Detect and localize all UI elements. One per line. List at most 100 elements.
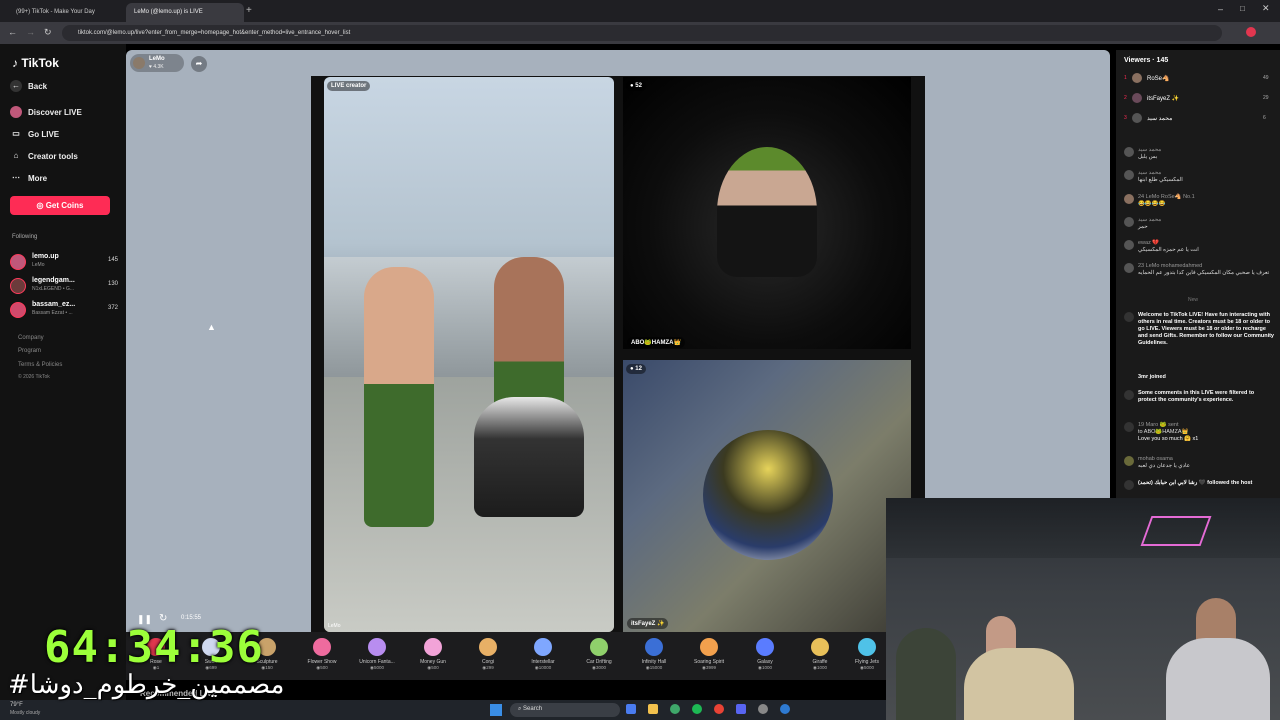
- gift-item[interactable]: Money Gun ◉500: [409, 638, 457, 671]
- weather-text: Mostly cloudy: [10, 710, 41, 716]
- gift-price-value: 1000: [761, 665, 772, 670]
- app-icon[interactable]: [626, 704, 636, 714]
- top-viewer-row[interactable]: 2 itsFayeZ ✨ 29: [1124, 92, 1274, 106]
- gift-price-value: 3999: [705, 665, 716, 670]
- new-tab-icon[interactable]: +: [246, 5, 252, 16]
- gift-item[interactable]: Unicorn Fanta... ◉5000: [353, 638, 401, 671]
- elapsed-time: 0:15:55: [181, 615, 202, 621]
- start-menu-icon[interactable]: [490, 704, 502, 716]
- follow-message: رشا لابي ابن حبابك (تحمد) 🖤 followed the…: [1124, 480, 1274, 490]
- chat-text: Some comments in this LIVE were filtered…: [1138, 390, 1255, 403]
- chat-text: انت يا عم حمزه المكسيكي: [1138, 247, 1199, 253]
- gift-item[interactable]: Giraffe ◉1000: [796, 638, 844, 671]
- avatar: [10, 254, 26, 270]
- taskbar-search[interactable]: ⌕ Search: [510, 703, 620, 717]
- maximize-icon[interactable]: □: [1240, 4, 1245, 13]
- guest-video-1[interactable]: ● 52 ABO🐸HAMZA👑: [623, 77, 911, 349]
- host-chip[interactable]: LeMo ♥ 4.3K: [130, 54, 184, 72]
- chat-message: محمد سيد حمر: [1124, 217, 1274, 231]
- gift-price: ◉5000: [370, 665, 384, 670]
- top-viewer-row[interactable]: 3 محمد سيد 6: [1124, 112, 1274, 126]
- folder-icon[interactable]: [648, 704, 658, 714]
- back-button[interactable]: ← Back: [10, 80, 47, 92]
- minimize-icon[interactable]: –: [1218, 4, 1223, 14]
- gift-item[interactable]: Interstellar ◉10000: [519, 638, 567, 671]
- footer-link-company[interactable]: Company: [18, 335, 44, 341]
- following-item[interactable]: bassam_ez... Bassam Ezzat • ... 372: [10, 300, 118, 318]
- share-icon[interactable]: ➦: [191, 56, 207, 72]
- chrome-icon[interactable]: [714, 704, 724, 714]
- viewer-name: itsFayeZ ✨: [1147, 96, 1180, 102]
- gift-item[interactable]: Flying Jets ◉5000: [848, 638, 886, 671]
- tab-title: LeMo (@lemo.up) is LIVE: [134, 9, 203, 15]
- camera-icon: ▭: [12, 129, 20, 138]
- gift-icon: [756, 638, 774, 656]
- nav-go-live[interactable]: ▭ Go LIVE: [10, 128, 59, 140]
- gift-price: ◉3999: [702, 665, 716, 670]
- viewers-heading[interactable]: Viewers · 145: [1124, 57, 1168, 64]
- chat-message: 23 LeMo mohamedahmed تعرف يا صحبي مكان ال…: [1124, 263, 1274, 277]
- main-host-video[interactable]: LIVE creator LeMo: [324, 77, 614, 632]
- top-viewer-row[interactable]: 1 RoSe🐴 49: [1124, 72, 1274, 86]
- viewer-score: 29: [1263, 95, 1269, 101]
- back-arrow-icon: ←: [10, 80, 22, 92]
- weather-temp[interactable]: 79°F: [10, 702, 23, 708]
- gift-item[interactable]: Corgi ◉299: [464, 638, 512, 671]
- hashtag-overlay: #مصممين_خرطوم_دوشا: [8, 670, 285, 700]
- guest-video-2[interactable]: ● 12 itsFayeZ ✨: [623, 360, 911, 632]
- system-welcome-message: Welcome to TikTok LIVE! Have fun interac…: [1124, 312, 1274, 347]
- gift-item[interactable]: Flower Show ◉500: [298, 638, 346, 671]
- avatar: [1132, 93, 1142, 103]
- nav-discover-live[interactable]: Discover LIVE: [10, 106, 82, 118]
- back-arrow-icon[interactable]: ←: [8, 27, 17, 37]
- live-creator-badge: LIVE creator: [327, 81, 371, 91]
- profile-avatar[interactable]: [1246, 27, 1256, 37]
- nav-label: Discover LIVE: [28, 107, 82, 117]
- footer-link-program[interactable]: Program: [18, 348, 41, 354]
- logo-text: TikTok: [21, 56, 59, 70]
- avatar: [1124, 263, 1134, 273]
- guest-viewer-count: ● 52: [626, 81, 646, 91]
- avatar: [1124, 194, 1134, 204]
- app-icon[interactable]: [670, 704, 680, 714]
- spotify-icon[interactable]: [692, 704, 702, 714]
- chat-text: رشا لابي ابن حبابك (تحمد) 🖤 followed the…: [1138, 480, 1253, 486]
- gift-price: ◉1000: [758, 665, 772, 670]
- reload-icon[interactable]: ↻: [44, 27, 52, 38]
- guest-avatar-figure: [717, 147, 817, 277]
- nav-more[interactable]: ⋯ More: [10, 172, 47, 184]
- forward-arrow-icon[interactable]: →: [26, 27, 35, 37]
- tiktok-logo[interactable]: ♪ TikTok: [12, 56, 59, 70]
- footer-link-terms[interactable]: Terms & Policies: [18, 362, 62, 368]
- discord-icon[interactable]: [736, 704, 746, 714]
- nav-label: Go LIVE: [28, 129, 60, 139]
- tiktok-icon: [1124, 480, 1134, 490]
- join-message: 3mr joined: [1124, 374, 1274, 381]
- gift-price-value: 5000: [373, 665, 384, 670]
- character-figure: [474, 397, 584, 517]
- guest-viewer-count: ● 12: [626, 364, 646, 374]
- gift-icon: [858, 638, 876, 656]
- main-guest-name: LeMo: [328, 623, 341, 629]
- chat-username: 24 LeMo RoSe🐴 No.1: [1138, 194, 1195, 200]
- gift-item[interactable]: Car Drifting ◉3000: [575, 638, 623, 671]
- gift-item[interactable]: Infinity Hall ◉15000: [630, 638, 678, 671]
- avatar: [1124, 240, 1134, 250]
- app-icon[interactable]: [758, 704, 768, 714]
- gift-item[interactable]: Soaring Spirit ◉3999: [685, 638, 733, 671]
- gift-price-value: 10000: [538, 665, 552, 670]
- app-icon[interactable]: [780, 704, 790, 714]
- close-icon[interactable]: ✕: [1262, 3, 1270, 14]
- get-coins-button[interactable]: ◎ Get Coins: [10, 196, 110, 215]
- tiktok-icon: [1124, 312, 1134, 322]
- url-bar[interactable]: tiktok.com/@lemo.up/live?enter_from_merg…: [62, 25, 1222, 41]
- chat-text: عادي يا جدعان دي لعبه: [1138, 463, 1191, 469]
- browser-tab-active[interactable]: LeMo (@lemo.up) is LIVE: [126, 3, 244, 22]
- following-item[interactable]: legendgam... N1xLEGEND • G... 130: [10, 276, 118, 294]
- nav-creator-tools[interactable]: ⌂ Creator tools: [10, 150, 78, 162]
- host-likes-value: 4.3K: [153, 64, 164, 70]
- gift-item[interactable]: Galaxy ◉1000: [741, 638, 789, 671]
- browser-tab[interactable]: (99+) TikTok - Make Your Day: [8, 3, 120, 22]
- gift-icon: [645, 638, 663, 656]
- following-item[interactable]: lemo.up LeMo 145: [10, 252, 118, 270]
